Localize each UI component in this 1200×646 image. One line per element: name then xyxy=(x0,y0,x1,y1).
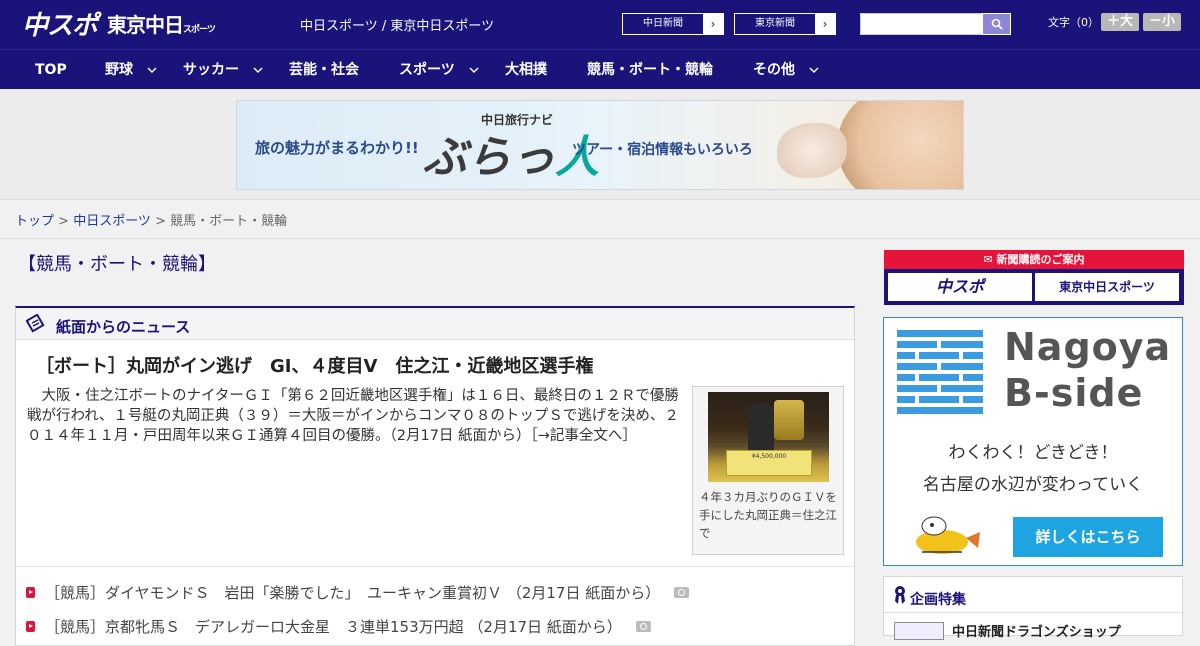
feature-item-dragons-shop[interactable]: 中日新聞ドラゴンズショップ xyxy=(894,621,1121,640)
play-bullet-icon xyxy=(26,587,35,598)
nav-label: TOP xyxy=(35,61,67,78)
font-smaller-button[interactable]: －小 xyxy=(1143,13,1181,31)
nav-item-entertainment[interactable]: 芸能・社会 xyxy=(289,50,359,90)
bside-brick-logo xyxy=(897,330,983,414)
nav-label: 野球 xyxy=(105,61,133,78)
ad-lead-text: 旅の魅力がまるわかり!! xyxy=(255,139,419,157)
nav-label: スポーツ xyxy=(399,61,455,78)
subscription-label: 新聞購読のご案内 xyxy=(996,253,1085,266)
news-list-item[interactable]: ［競馬］ダイヤモンドＳ 岩田「楽勝でした」 ユーキャン重賞初Ｖ （2月17日 紙… xyxy=(26,582,690,603)
nav-item-sumo[interactable]: 大相撲 xyxy=(505,50,547,90)
bside-tagline-1: わくわく！どきどき！ xyxy=(948,443,1118,463)
logo-tokyo-chunichi: 東京中日スポーツ xyxy=(107,9,216,38)
breadcrumb-current: 競馬・ボート・競輪 xyxy=(170,214,288,229)
search-button[interactable] xyxy=(982,13,1011,35)
bside-details-button[interactable]: 詳しくはこちら xyxy=(1013,517,1163,557)
nav-item-sports[interactable]: スポーツ xyxy=(399,50,479,90)
news-panel: 紙面からのニュース ［ボート］丸岡がイン逃げ GI、４度目V 住之江・近畿地区選… xyxy=(15,306,855,646)
nav-label: サッカー xyxy=(183,61,239,78)
ad-model-image xyxy=(837,101,963,189)
bside-title: Nagoya B-side xyxy=(1004,324,1171,416)
article-photo[interactable]: ¥4,500,000 xyxy=(708,392,829,482)
page-title: 【競馬・ボート・競輪】 xyxy=(18,254,216,275)
ad-brand-a: ぶらっ xyxy=(423,132,555,183)
nav-label: 大相撲 xyxy=(505,61,547,78)
nav-item-top[interactable]: TOP xyxy=(35,50,67,90)
news-item-text: ［競馬］ダイヤモンドＳ 岩田「楽勝でした」 ユーキャン重賞初Ｖ （2月17日 紙… xyxy=(45,584,661,602)
ribbon-icon xyxy=(895,586,905,604)
nav-item-other[interactable]: その他 xyxy=(753,50,819,90)
play-bullet-icon xyxy=(26,621,35,632)
newspaper-icon xyxy=(26,314,45,333)
divider xyxy=(0,238,1200,239)
search-icon xyxy=(991,18,1003,30)
subscription-header: ✉ 新聞購読のご案内 xyxy=(884,250,1184,269)
bside-title-line1: Nagoya xyxy=(1004,325,1172,369)
article-summary: 大阪・住之江ボートのナイターＧＩ「第６２回近畿地区選手権」は１６日、最終日の１２… xyxy=(27,388,679,444)
global-nav: TOP 野球 サッカー 芸能・社会 スポーツ 大相撲 競馬・ボート・競輪 その他 xyxy=(0,49,1200,89)
logo-sub-main: 東京中日 xyxy=(107,12,184,37)
feature-item-label: 中日新聞ドラゴンズショップ xyxy=(952,625,1121,640)
ad-tail-text: ツアー・宿泊情報もいろいろ xyxy=(572,142,753,158)
news-list-item[interactable]: ［競馬］京都牝馬Ｓ デアレガーロ大金星 ３連単153万円超 （2月17日 紙面か… xyxy=(26,616,651,637)
chuspo-logo: 中スポ xyxy=(888,273,1032,301)
breadcrumb-top[interactable]: トップ xyxy=(15,214,54,229)
camera-icon xyxy=(674,587,690,598)
font-size-label: 文字（0） xyxy=(1048,16,1099,29)
logo-chuspo: 中スポ xyxy=(22,10,98,41)
section-title: 紙面からのニュース xyxy=(56,318,191,336)
subscription-banner[interactable]: ✉ 新聞購読のご案内 中スポ 東京中日スポーツ xyxy=(884,250,1184,305)
feature-section: 企画特集 中日新聞ドラゴンズショップ xyxy=(883,576,1183,640)
nav-item-soccer[interactable]: サッカー xyxy=(183,50,263,90)
newspaper-icon: ✉ xyxy=(983,253,997,266)
chunichi-shimbun-label: 中日新聞 xyxy=(623,14,703,34)
photo-trophy xyxy=(774,400,804,440)
site-logo[interactable]: 中スポ 東京中日スポーツ xyxy=(22,6,216,41)
site-header: 中スポ 東京中日スポーツ 中日スポーツ / 東京中日スポーツ 中日新聞 › 東京… xyxy=(0,0,1200,49)
font-larger-button[interactable]: ＋大 xyxy=(1101,13,1139,31)
chevron-down-icon xyxy=(147,67,157,73)
chunichi-shimbun-button[interactable]: 中日新聞 › xyxy=(622,13,724,35)
shrimp-mascot-icon xyxy=(916,516,980,554)
news-item-text: ［競馬］京都牝馬Ｓ デアレガーロ大金星 ３連単153万円超 （2月17日 紙面か… xyxy=(45,618,622,636)
nav-label: その他 xyxy=(753,61,795,78)
bside-title-line2: B-side xyxy=(1004,371,1144,415)
breadcrumb-sep: > xyxy=(54,214,74,229)
photo-prize-board: ¥4,500,000 xyxy=(726,450,812,476)
nav-label: 芸能・社会 xyxy=(289,61,359,78)
article-headline[interactable]: ［ボート］丸岡がイン逃げ GI、４度目V 住之江・近畿地区選手権 xyxy=(36,352,593,378)
tokyo-shimbun-label: 東京新聞 xyxy=(735,14,815,34)
nav-item-baseball[interactable]: 野球 xyxy=(105,50,157,90)
photo-caption: ４年３カ月ぶりのＧＩＶを手にした丸岡正典＝住之江で xyxy=(699,490,837,540)
camera-icon xyxy=(635,621,651,632)
logo-sub-small: スポーツ xyxy=(183,24,216,35)
section-header: 紙面からのニュース xyxy=(16,308,854,340)
tokyo-chunichi-logo: 東京中日スポーツ xyxy=(1035,273,1179,301)
ad-shell-image xyxy=(777,123,847,178)
ad-area: 旅の魅力がまるわかり!! 中日旅行ナビ ぶらっ人 ツアー・宿泊情報もいろいろ xyxy=(0,89,1200,200)
nagoya-bside-ad[interactable]: Nagoya B-side わくわく！どきどき！ 名古屋の水辺が変わっていく 詳し… xyxy=(883,317,1183,566)
site-title-link[interactable]: 中日スポーツ / 東京中日スポーツ xyxy=(300,15,494,34)
breadcrumb-sep: > xyxy=(150,214,171,229)
search-input[interactable] xyxy=(860,13,983,35)
article-photo-box: ¥4,500,000 ４年３カ月ぶりのＧＩＶを手にした丸岡正典＝住之江で xyxy=(692,386,844,555)
bside-tagline-2: 名古屋の水辺が変わっていく xyxy=(922,475,1144,495)
chevron-down-icon xyxy=(253,67,263,73)
feature-title: 企画特集 xyxy=(910,592,966,608)
chevron-down-icon xyxy=(809,67,819,73)
nav-label: 競馬・ボート・競輪 xyxy=(587,61,713,78)
chevron-down-icon xyxy=(469,67,479,73)
feature-header: 企画特集 xyxy=(884,577,1182,613)
breadcrumb-chunichi-sports[interactable]: 中日スポーツ xyxy=(73,214,151,229)
travel-navi-banner-ad[interactable]: 旅の魅力がまるわかり!! 中日旅行ナビ ぶらっ人 ツアー・宿泊情報もいろいろ xyxy=(236,100,964,190)
nav-item-racing[interactable]: 競馬・ボート・競輪 xyxy=(587,50,713,90)
divider xyxy=(16,566,854,567)
chevron-right-icon: › xyxy=(815,14,835,34)
breadcrumb: トップ > 中日スポーツ > 競馬・ボート・競輪 xyxy=(15,210,287,229)
tokyo-shimbun-button[interactable]: 東京新聞 › xyxy=(734,13,836,35)
feature-thumbnail xyxy=(894,621,944,640)
chevron-right-icon: › xyxy=(703,14,723,34)
